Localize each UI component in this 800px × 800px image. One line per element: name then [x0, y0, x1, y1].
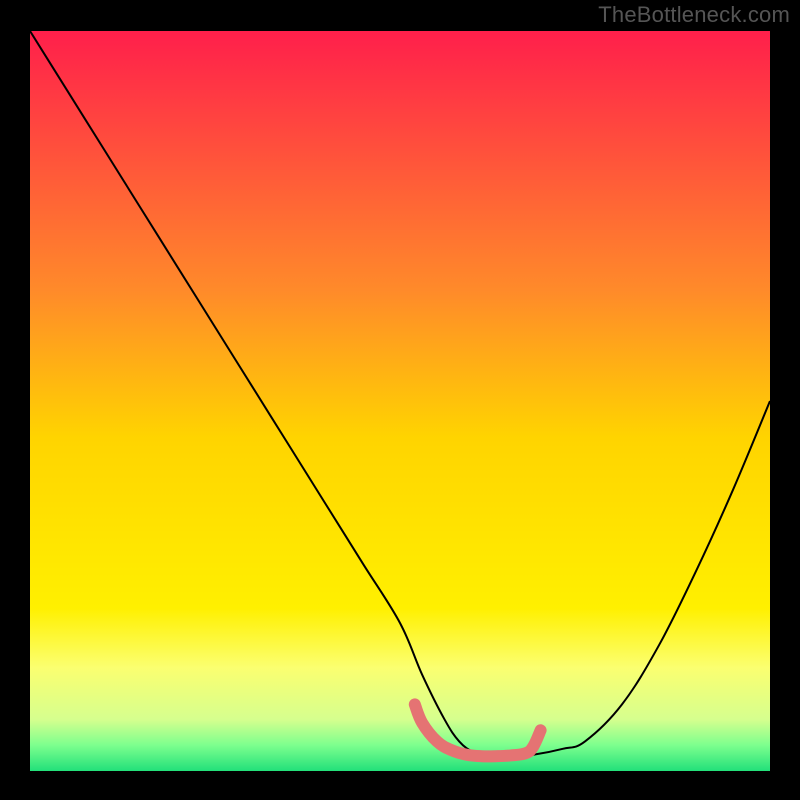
chart-frame: TheBottleneck.com [0, 0, 800, 800]
watermark-text: TheBottleneck.com [598, 2, 790, 28]
plot-area [30, 31, 770, 771]
chart-svg [30, 31, 770, 771]
gradient-background [30, 31, 770, 771]
